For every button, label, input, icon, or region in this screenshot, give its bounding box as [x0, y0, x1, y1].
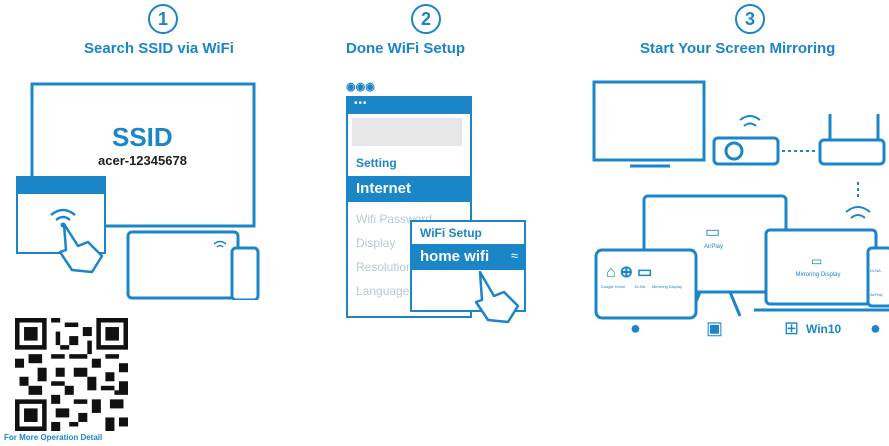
wifi-setup-title: WiFi Setup	[420, 226, 482, 240]
menu-header: Setting	[356, 156, 397, 170]
window-dots: •••	[354, 98, 368, 109]
tablet-label-mirroring: Mirroring Display	[652, 284, 683, 289]
cast-icon: ▭	[811, 254, 823, 268]
finder-icon: ▣	[706, 318, 724, 338]
address-bar[interactable]	[352, 118, 462, 146]
step-2-number: 2	[411, 4, 441, 34]
tablet-label-dlna: DLNA	[634, 284, 646, 289]
qr-caption: For More Operation Detail	[4, 433, 103, 442]
airplay-label: AirPlay	[704, 244, 724, 250]
hand-pointer-icon	[58, 222, 104, 274]
apple-icon: ●	[870, 318, 881, 338]
ssid-value: acer-12345678	[98, 153, 187, 168]
airplay-icon: ▭	[705, 224, 721, 241]
devices-graphic	[592, 80, 889, 320]
phone-label-dlna: DLNA	[870, 268, 881, 273]
qr-code	[15, 318, 128, 431]
wifi-network-name: home wifi	[420, 248, 490, 265]
windows-icon: ⊞	[784, 318, 800, 338]
browser-icons: ◉◉◉	[346, 81, 375, 93]
tablet-icons: ⌂⊕▭	[606, 264, 657, 281]
step-3-title: Start Your Screen Mirroring	[640, 40, 836, 57]
menu-item-internet[interactable]: Internet	[348, 176, 470, 202]
step-2-title: Done WiFi Setup	[346, 40, 466, 57]
mirroring-label: Mirroring Display	[795, 272, 841, 278]
phone-label-airplay: AirPlay	[870, 292, 883, 297]
tablet-label-google: Google Home	[600, 284, 626, 289]
step-3-number: 3	[735, 4, 765, 34]
wifi-network-row[interactable]: home wifi ≈	[412, 244, 524, 270]
os-label-win10: Win10	[806, 322, 842, 336]
hand-pointer-icon	[474, 270, 520, 324]
ssid-label: SSID	[112, 122, 173, 152]
android-icon: ●	[630, 318, 641, 338]
wifi-icon: ≈	[510, 248, 518, 263]
